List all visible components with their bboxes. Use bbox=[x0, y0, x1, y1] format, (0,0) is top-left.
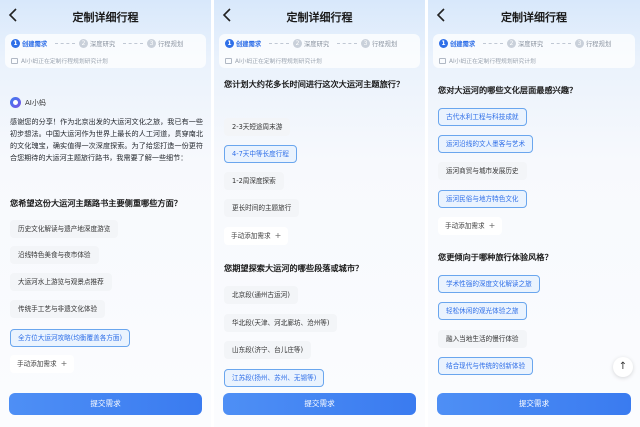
step-create: 1 创建需求 bbox=[225, 39, 261, 48]
option-chip[interactable]: 沿线特色美食与夜市体验 bbox=[10, 246, 99, 264]
document-icon bbox=[11, 57, 18, 64]
option-chip[interactable]: 2-3天短途周末游 bbox=[224, 118, 291, 136]
step-create: 1 创建需求 bbox=[439, 39, 475, 48]
status-text: AI小蚂正在定制行程规划研究计划 bbox=[439, 56, 536, 65]
option-chip[interactable]: 华北段(天津、河北廊坊、沧州等) bbox=[224, 314, 338, 332]
step-plan: 3 行程规划 bbox=[147, 39, 183, 48]
assistant-badge: AI小蚂 bbox=[10, 97, 46, 108]
step-divider bbox=[483, 43, 503, 44]
step-indicator: 1 创建需求 2 深度研究 3 行程规划 AI小蚂正在定制行程规划研究计划 bbox=[5, 34, 206, 68]
document-icon bbox=[225, 57, 232, 64]
add-requirement-button[interactable]: 手动添加需求 + bbox=[10, 355, 75, 373]
arrow-up-icon[interactable]: ↑ bbox=[613, 357, 633, 377]
option-chip[interactable]: 山东段(济宁、台儿庄等) bbox=[224, 341, 312, 359]
status-text: AI小蚂正在定制行程规划研究计划 bbox=[11, 56, 108, 65]
step-indicator: 1 创建需求 2 深度研究 3 行程规划 AI小蚂正在定制行程规划研究计划 bbox=[219, 34, 420, 68]
plus-icon: + bbox=[60, 359, 68, 368]
option-chip[interactable]: 大运河水上游览与观景点推荐 bbox=[10, 273, 112, 291]
screen-1: 定制详细行程 1 创建需求 2 深度研究 3 行程规划 AI小蚂正在定制行程规划研究计… bbox=[0, 0, 211, 427]
step-divider bbox=[123, 43, 143, 44]
step-divider bbox=[269, 43, 289, 44]
plus-icon: + bbox=[488, 221, 496, 230]
screen-3: 定制详细行程 1 创建需求 2 深度研究 3 行程规划 AI小蚂正在定制行程规划研究计… bbox=[428, 0, 640, 427]
option-chip-selected[interactable]: 结合现代与传统的创新体验 bbox=[438, 357, 534, 375]
step-research: 2 深度研究 bbox=[293, 39, 329, 48]
option-chip-selected[interactable]: 4-7天中等长度行程 bbox=[224, 145, 297, 163]
assistant-message: 感谢您的分享！作为北京出发的大运河文化之旅，我已有一些初步想法。中国大运河作为世… bbox=[10, 117, 203, 162]
step-research: 2 深度研究 bbox=[507, 39, 543, 48]
screen-2: 定制详细行程 1 创建需求 2 深度研究 3 行程规划 AI小蚂正在定制行程规划研究计… bbox=[214, 0, 425, 427]
submit-button[interactable]: 提交需求 bbox=[437, 393, 631, 415]
step-divider bbox=[55, 43, 75, 44]
option-chip-selected[interactable]: 江苏段(扬州、苏州、无锡等) bbox=[224, 369, 325, 387]
option-chip-selected[interactable]: 轻松休闲的观光体验之旅 bbox=[438, 302, 527, 320]
page-title: 定制详细行程 bbox=[286, 11, 353, 24]
plus-icon: + bbox=[274, 231, 282, 240]
submit-button[interactable]: 提交需求 bbox=[9, 393, 202, 415]
option-chip[interactable]: 更长时间的主题旅行 bbox=[224, 199, 300, 217]
assistant-logo-icon bbox=[10, 97, 21, 108]
option-chip-selected[interactable]: 古代水利工程与科技成就 bbox=[438, 108, 527, 126]
question: 您计划大约花多长时间进行这次大运河主题旅行？ bbox=[224, 79, 405, 89]
step-research: 2 深度研究 bbox=[79, 39, 115, 48]
step-create: 1 创建需求 bbox=[11, 39, 47, 48]
option-chip[interactable]: 历史文化解读与遗产地深度游览 bbox=[10, 220, 119, 238]
add-requirement-button[interactable]: 手动添加需求 + bbox=[438, 217, 503, 235]
option-chip[interactable]: 融入当地生活的慢行体验 bbox=[438, 330, 527, 348]
option-chip-selected[interactable]: 全方位大运河攻略(均衡覆盖各方面) bbox=[10, 329, 131, 347]
question: 您希望这份大运河主题路书主要侧重哪些方面？ bbox=[10, 198, 182, 208]
add-requirement-button[interactable]: 手动添加需求 + bbox=[224, 227, 289, 245]
option-chip-selected[interactable]: 学术性强的深度文化解读之旅 bbox=[438, 275, 540, 293]
step-plan: 3 行程规划 bbox=[575, 39, 611, 48]
step-plan: 3 行程规划 bbox=[361, 39, 397, 48]
header: 定制详细行程 bbox=[214, 0, 425, 32]
page-title: 定制详细行程 bbox=[501, 11, 567, 24]
page-title: 定制详细行程 bbox=[72, 11, 139, 24]
option-chip[interactable]: 1-2周深度探索 bbox=[224, 172, 284, 190]
question: 您更倾向于哪种旅行体验风格？ bbox=[438, 252, 553, 262]
step-divider bbox=[337, 43, 357, 44]
question: 您期望探索大运河的哪些段落或城市？ bbox=[224, 263, 364, 273]
option-chip[interactable]: 北京段(通州古运河) bbox=[224, 286, 298, 304]
step-divider bbox=[551, 43, 571, 44]
option-chip[interactable]: 传统手工艺与非遗文化体验 bbox=[10, 300, 106, 318]
header: 定制详细行程 bbox=[428, 0, 640, 32]
option-chip-selected[interactable]: 运河沿线的文人墨客与艺术 bbox=[438, 135, 534, 153]
question: 您对大运河的哪些文化层面最感兴趣？ bbox=[438, 85, 578, 95]
submit-button[interactable]: 提交需求 bbox=[223, 393, 416, 415]
status-text: AI小蚂正在定制行程规划研究计划 bbox=[225, 56, 322, 65]
option-chip[interactable]: 运河商贸与城市发展历史 bbox=[438, 162, 527, 180]
document-icon bbox=[439, 57, 446, 64]
step-indicator: 1 创建需求 2 深度研究 3 行程规划 AI小蚂正在定制行程规划研究计划 bbox=[433, 34, 635, 68]
header: 定制详细行程 bbox=[0, 0, 211, 32]
app-screens: 定制详细行程 1 创建需求 2 深度研究 3 行程规划 AI小蚂正在定制行程规划研究计… bbox=[0, 0, 640, 427]
option-chip-selected[interactable]: 运河民俗与地方特色文化 bbox=[438, 190, 527, 208]
